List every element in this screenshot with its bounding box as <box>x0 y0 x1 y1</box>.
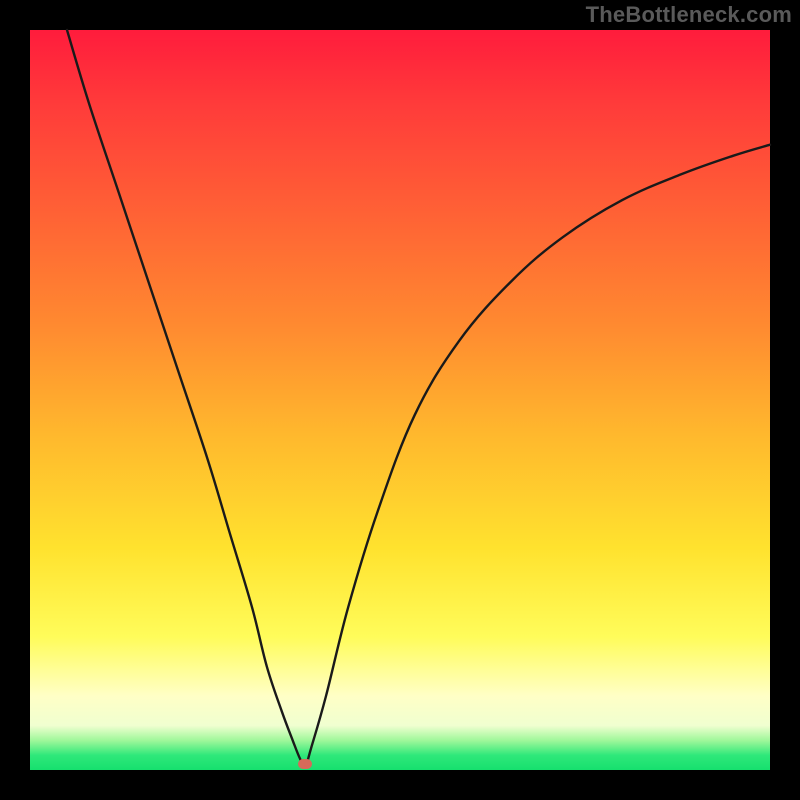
bottleneck-curve <box>30 30 770 770</box>
plot-area <box>30 30 770 770</box>
watermark-text: TheBottleneck.com <box>586 2 792 28</box>
curve-path <box>67 30 770 767</box>
optimum-marker <box>298 759 312 769</box>
chart-frame: TheBottleneck.com <box>0 0 800 800</box>
